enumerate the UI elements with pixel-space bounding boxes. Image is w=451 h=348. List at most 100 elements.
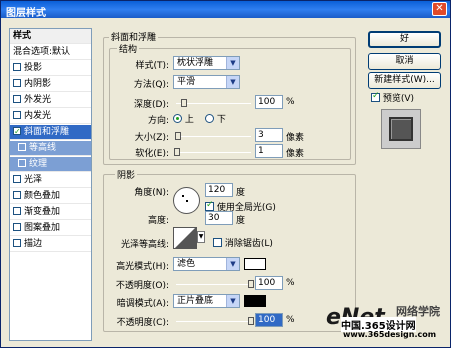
style-list-item-label: 斜面和浮雕 [24, 127, 70, 137]
chevron-down-icon[interactable]: ▼ [197, 231, 205, 243]
angle-dial[interactable] [173, 187, 200, 214]
preview-checkbox[interactable] [371, 91, 380, 102]
size-input[interactable]: 3 [255, 128, 283, 142]
style-checkbox[interactable] [13, 207, 21, 215]
style-list-item-label: 内发光 [24, 111, 52, 121]
style-checkbox[interactable] [13, 63, 21, 71]
style-dropdown[interactable]: 枕状浮雕 ▼ [173, 56, 240, 70]
direction-down-radio[interactable] [205, 114, 214, 123]
altitude-label: 高度: [147, 216, 169, 226]
style-list-item[interactable]: 外发光 [10, 93, 91, 108]
style-list-item[interactable]: 等高线 [10, 141, 91, 156]
style-checkbox[interactable] [18, 143, 26, 151]
style-list-item-label: 等高线 [29, 143, 57, 153]
shadow-mode-value: 正片叠底 [177, 296, 214, 306]
style-list-item[interactable]: 投影 [10, 61, 91, 76]
style-checkbox[interactable] [13, 223, 21, 231]
antialias-checkbox[interactable] [213, 238, 222, 247]
technique-dropdown[interactable]: 平滑 ▼ [173, 75, 240, 89]
depth-label: 深度(D): [134, 100, 169, 110]
style-list-item[interactable]: 斜面和浮雕 [10, 124, 91, 140]
soften-input[interactable]: 1 [255, 144, 283, 158]
style-list-item[interactable]: 内阴影 [10, 77, 91, 92]
style-checkbox[interactable] [13, 239, 21, 247]
shadow-opacity-input[interactable]: 100 [255, 313, 283, 327]
highlight-mode-label: 高光模式(H): [116, 262, 169, 272]
watermark-url: www.365design.com [343, 330, 437, 339]
shadow-opacity-unit: % [286, 315, 295, 325]
style-list-item[interactable]: 纹理 [10, 157, 91, 172]
highlight-opacity-thumb[interactable] [248, 280, 254, 288]
style-list-item[interactable]: 内发光 [10, 109, 91, 124]
size-unit: 像素 [286, 133, 305, 143]
soften-unit: 像素 [286, 149, 305, 159]
blend-options-item[interactable]: 混合选项:默认 [10, 45, 91, 60]
style-checkbox[interactable] [13, 111, 21, 119]
style-list-item[interactable]: 描边 [10, 237, 91, 252]
size-slider-thumb[interactable] [174, 132, 181, 140]
direction-up-option[interactable]: 上 [173, 112, 194, 125]
style-list-item-label: 外发光 [24, 95, 52, 105]
direction-label: 方向: [147, 116, 169, 126]
depth-input[interactable]: 100 [255, 95, 283, 109]
gloss-contour-preview[interactable] [173, 227, 197, 249]
style-checkbox[interactable] [13, 175, 21, 183]
style-list-item[interactable]: 渐变叠加 [10, 205, 91, 220]
altitude-input[interactable]: 30 [205, 211, 233, 225]
style-value: 枕状浮雕 [177, 58, 214, 68]
style-list-item[interactable]: 光泽 [10, 173, 91, 188]
shadow-opacity-thumb[interactable] [248, 317, 254, 325]
depth-slider-thumb[interactable] [180, 99, 187, 107]
shadow-opacity-slider[interactable] [176, 317, 254, 325]
style-checkbox[interactable] [18, 159, 26, 167]
style-list-item-label: 投影 [24, 63, 43, 73]
angle-dial-light-point [182, 195, 184, 197]
altitude-unit: 度 [236, 216, 246, 226]
style-checkbox[interactable] [13, 191, 21, 199]
highlight-opacity-input[interactable]: 100 [255, 276, 283, 290]
style-list-item-label: 纹理 [29, 159, 48, 169]
style-list-item-label: 图案叠加 [24, 223, 61, 233]
size-slider[interactable] [174, 132, 251, 140]
chevron-down-icon: ▼ [226, 295, 239, 307]
highlight-opacity-label: 不透明度(O): [115, 281, 169, 291]
highlight-mode-dropdown[interactable]: 滤色 ▼ [173, 257, 240, 271]
window-title: 图层样式 [6, 8, 46, 19]
depth-unit: % [286, 97, 295, 107]
style-list-item-label: 颜色叠加 [24, 191, 61, 201]
antialias-option[interactable]: 消除锯齿(L) [213, 236, 273, 249]
depth-slider[interactable] [176, 99, 251, 107]
highlight-opacity-slider[interactable] [176, 280, 254, 288]
close-button[interactable]: ✕ [432, 2, 447, 16]
chevron-down-icon: ▼ [226, 258, 239, 270]
style-checkbox[interactable] [13, 124, 21, 139]
angle-label: 角度(N): [134, 188, 169, 198]
technique-value: 平滑 [177, 77, 196, 87]
style-list-item[interactable]: 图案叠加 [10, 221, 91, 236]
global-light-checkbox[interactable] [205, 200, 214, 211]
chevron-down-icon: ▼ [226, 57, 239, 69]
soften-slider[interactable] [173, 148, 251, 156]
soften-slider-thumb[interactable] [173, 148, 180, 156]
direction-down-option[interactable]: 下 [205, 112, 226, 125]
style-checkbox[interactable] [13, 79, 21, 87]
highlight-color-swatch[interactable] [244, 258, 266, 270]
chevron-down-icon: ▼ [226, 76, 239, 88]
style-list: 样式 混合选项:默认 投影内阴影外发光内发光斜面和浮雕等高线纹理光泽颜色叠加渐变… [9, 28, 92, 341]
cancel-button[interactable]: 取消 [368, 53, 441, 70]
size-label: 大小(Z): [134, 133, 169, 143]
style-list-item-label: 渐变叠加 [24, 207, 61, 217]
direction-up-radio[interactable] [173, 114, 182, 123]
style-list-item[interactable]: 颜色叠加 [10, 189, 91, 204]
style-list-header[interactable]: 样式 [10, 29, 91, 44]
ok-button[interactable]: 好 [368, 31, 441, 48]
angle-input[interactable]: 120 [205, 183, 233, 197]
preview-label: 预览(V) [382, 94, 415, 104]
new-style-button[interactable]: 新建样式(W)... [368, 72, 441, 89]
angle-unit: 度 [236, 188, 246, 198]
style-checkbox[interactable] [13, 95, 21, 103]
shadow-color-swatch[interactable] [244, 295, 266, 307]
preview-option[interactable]: 预览(V) [371, 91, 414, 104]
angle-dial-center [186, 200, 188, 202]
shadow-mode-dropdown[interactable]: 正片叠底 ▼ [173, 294, 240, 308]
